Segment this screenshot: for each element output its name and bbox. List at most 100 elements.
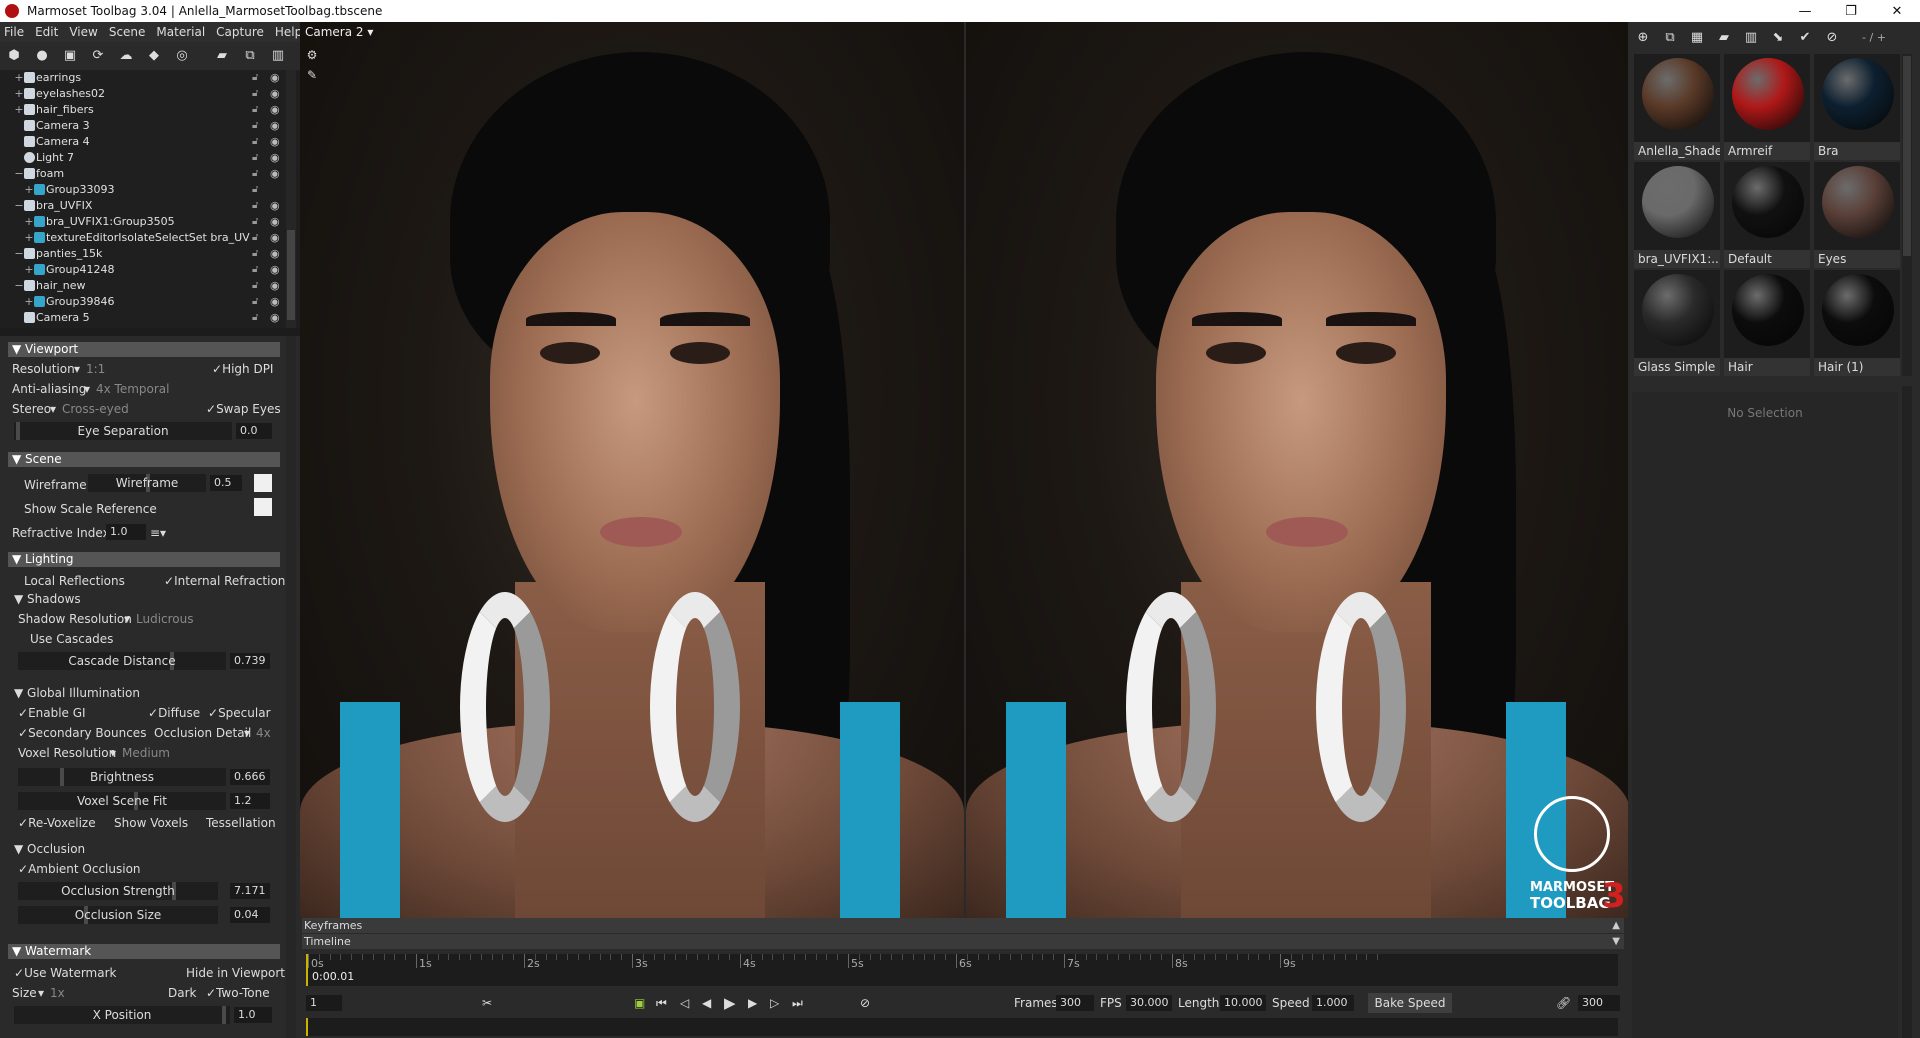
checker-icon[interactable]: ▦ — [1688, 30, 1706, 45]
material-tile[interactable]: Armreif — [1724, 54, 1810, 160]
eye-icon[interactable]: ◉ — [270, 262, 280, 278]
lock-icon[interactable]: 🔓︎ — [252, 86, 258, 102]
delete-icon[interactable]: ▥ — [270, 48, 286, 64]
outliner-item[interactable]: − hair_new 🔓︎ ◉ — [0, 278, 300, 294]
assign-material-icon[interactable]: ✔ — [1796, 30, 1814, 45]
preview-size-stepper[interactable]: - / + — [1856, 31, 1892, 44]
minimize-button[interactable]: — — [1782, 4, 1828, 19]
refractive-preset-icon[interactable]: ≡▾ — [150, 526, 166, 540]
duplicate-material-icon[interactable]: ⧉ — [1661, 30, 1679, 45]
fps-field[interactable]: 30.000 — [1126, 995, 1172, 1011]
lock-icon[interactable]: 🔓︎ — [252, 310, 258, 326]
specular-checkbox[interactable]: ✓Specular — [208, 706, 271, 720]
eye-icon[interactable]: ◉ — [270, 310, 280, 326]
cascade-distance-value[interactable]: 0.739 — [230, 653, 270, 669]
ambient-occlusion-checkbox[interactable]: ✓Ambient Occlusion — [18, 862, 141, 876]
pin-icon[interactable]: ✎ — [304, 68, 320, 84]
brightness-value[interactable]: 0.666 — [230, 769, 270, 785]
lock-icon[interactable]: 🔓︎ — [252, 198, 258, 214]
eye-icon[interactable]: ◉ — [270, 86, 280, 102]
eye-icon[interactable]: ◉ — [270, 166, 280, 182]
swap-eyes-checkbox[interactable]: ✓Swap Eyes — [206, 402, 281, 416]
outliner-item[interactable]: Camera 4 🔓︎ ◉ — [0, 134, 300, 150]
voxel-res-dropdown-icon[interactable]: ▾ — [110, 746, 116, 760]
next-key-icon[interactable]: ▷ — [770, 992, 779, 1014]
eye-icon[interactable]: ◉ — [270, 102, 280, 118]
occlusion-size-value[interactable]: 0.04 — [230, 907, 270, 923]
menu-capture[interactable]: Capture — [216, 25, 264, 39]
add-camera-icon[interactable]: ▣ — [62, 48, 78, 64]
add-shadow-catcher-icon[interactable]: ◆ — [146, 48, 162, 64]
eye-icon[interactable]: ◉ — [270, 150, 280, 166]
skip-to-end-icon[interactable]: ⏭ — [792, 992, 803, 1014]
occlusion-strength-value[interactable]: 7.171 — [230, 883, 270, 899]
duplicate-icon[interactable]: ⧉ — [242, 48, 258, 64]
cascade-distance-slider[interactable]: Cascade Distance — [18, 652, 226, 670]
material-tile[interactable]: Bra — [1814, 54, 1900, 160]
keyframe-track[interactable] — [306, 1018, 1618, 1036]
material-tile[interactable]: Hair — [1724, 270, 1810, 376]
wireframe-checkbox-label[interactable]: Wireframe — [24, 478, 87, 492]
loop-icon[interactable]: ⊘ — [860, 992, 870, 1014]
trash-icon[interactable]: ▥ — [1742, 30, 1760, 45]
shadow-resolution-value[interactable]: Ludicrous — [136, 612, 194, 626]
stereo-dropdown-icon[interactable]: ▾ — [50, 402, 56, 416]
lock-icon[interactable]: 🔓︎ — [252, 150, 258, 166]
hide-in-viewport-checkbox[interactable]: Hide in Viewport — [186, 966, 285, 980]
occlusion-detail-value[interactable]: 4x — [256, 726, 271, 740]
bake-speed-button[interactable]: Bake Speed — [1368, 993, 1452, 1013]
open-folder-icon[interactable]: ▰ — [214, 48, 230, 64]
lock-icon[interactable]: 🔓︎ — [252, 214, 258, 230]
gear-icon[interactable]: ⚙ — [304, 48, 320, 64]
watermark-size-dropdown-icon[interactable]: ▾ — [38, 986, 44, 1000]
outliner-scrollbar[interactable] — [286, 70, 296, 328]
outliner-item[interactable]: Camera 3 🔓︎ ◉ — [0, 118, 300, 134]
tessellation-checkbox[interactable]: Tessellation — [206, 816, 276, 830]
outliner-item[interactable]: + hair_fibers 🔓︎ ◉ — [0, 102, 300, 118]
menu-material[interactable]: Material — [156, 25, 205, 39]
diffuse-checkbox[interactable]: ✓Diffuse — [148, 706, 200, 720]
show-voxels-checkbox[interactable]: Show Voxels — [114, 816, 188, 830]
lock-icon[interactable]: 🔓︎ — [252, 102, 258, 118]
lock-icon[interactable]: 🔓︎ — [252, 262, 258, 278]
section-viewport[interactable]: ▼ Viewport — [8, 342, 280, 357]
expand-up-icon[interactable]: ▲ — [1612, 918, 1620, 933]
aa-dropdown-icon[interactable]: ▾ — [84, 382, 90, 396]
frames-field[interactable]: 300 — [1056, 995, 1094, 1011]
keyframes-bar[interactable]: Keyframes ▲ — [302, 918, 1624, 933]
internal-refraction-checkbox[interactable]: ✓Internal Refraction — [164, 574, 285, 588]
use-watermark-checkbox[interactable]: ✓Use Watermark — [14, 966, 116, 980]
two-tone-checkbox[interactable]: ✓Two-Tone — [206, 986, 270, 1000]
eye-icon[interactable]: ◉ — [270, 230, 280, 246]
add-light-icon[interactable]: ● — [34, 48, 50, 64]
menu-view[interactable]: View — [69, 25, 97, 39]
occlusion-size-slider[interactable]: Occlusion Size — [18, 906, 218, 924]
step-forward-icon[interactable]: ▶ — [748, 992, 757, 1014]
outliner-item[interactable]: − foam 🔓︎ ◉ — [0, 166, 300, 182]
length-field[interactable]: 10.000 — [1220, 995, 1266, 1011]
resolution-value[interactable]: 1:1 — [86, 362, 105, 376]
pick-material-icon[interactable]: ⬊ — [1769, 30, 1787, 45]
occlusion-strength-slider[interactable]: Occlusion Strength — [18, 882, 218, 900]
outliner-item[interactable]: + eyelashes02 🔓︎ ◉ — [0, 86, 300, 102]
secondary-bounces-checkbox[interactable]: ✓Secondary Bounces — [18, 726, 146, 740]
timeline-ruler[interactable]: 0:00.01 0s 1s 2s 3s 4s 5s 6s 7s 8s 9s — [306, 954, 1618, 986]
material-tile[interactable]: bra_UVFIX1:... — [1634, 162, 1720, 268]
end-frame-field[interactable]: 300 — [1578, 995, 1620, 1011]
link-icon[interactable]: 🔗︎ — [1556, 992, 1571, 1014]
lock-icon[interactable]: 🔓︎ — [252, 230, 258, 246]
current-frame-field[interactable]: 1 — [306, 995, 342, 1011]
shadow-res-dropdown-icon[interactable]: ▾ — [124, 612, 130, 626]
menu-file[interactable]: File — [4, 25, 24, 39]
lock-icon[interactable]: 🔓︎ — [252, 118, 258, 134]
add-fog-icon[interactable]: ☁ — [118, 48, 134, 64]
outliner-item[interactable]: Light 7 🔓︎ ◉ — [0, 150, 300, 166]
enable-gi-checkbox[interactable]: ✓Enable GI — [18, 706, 86, 720]
occlusion-detail-dropdown-icon[interactable]: ▾ — [244, 726, 250, 740]
lock-icon[interactable]: 🔓︎ — [252, 70, 258, 86]
show-scale-reference-checkbox[interactable]: Show Scale Reference — [24, 502, 157, 516]
lock-icon[interactable]: 🔓︎ — [252, 278, 258, 294]
eye-icon[interactable]: ◉ — [270, 294, 280, 310]
outliner-item[interactable]: − panties_15k 🔓︎ ◉ — [0, 246, 300, 262]
scrollbar-thumb[interactable] — [287, 230, 295, 320]
